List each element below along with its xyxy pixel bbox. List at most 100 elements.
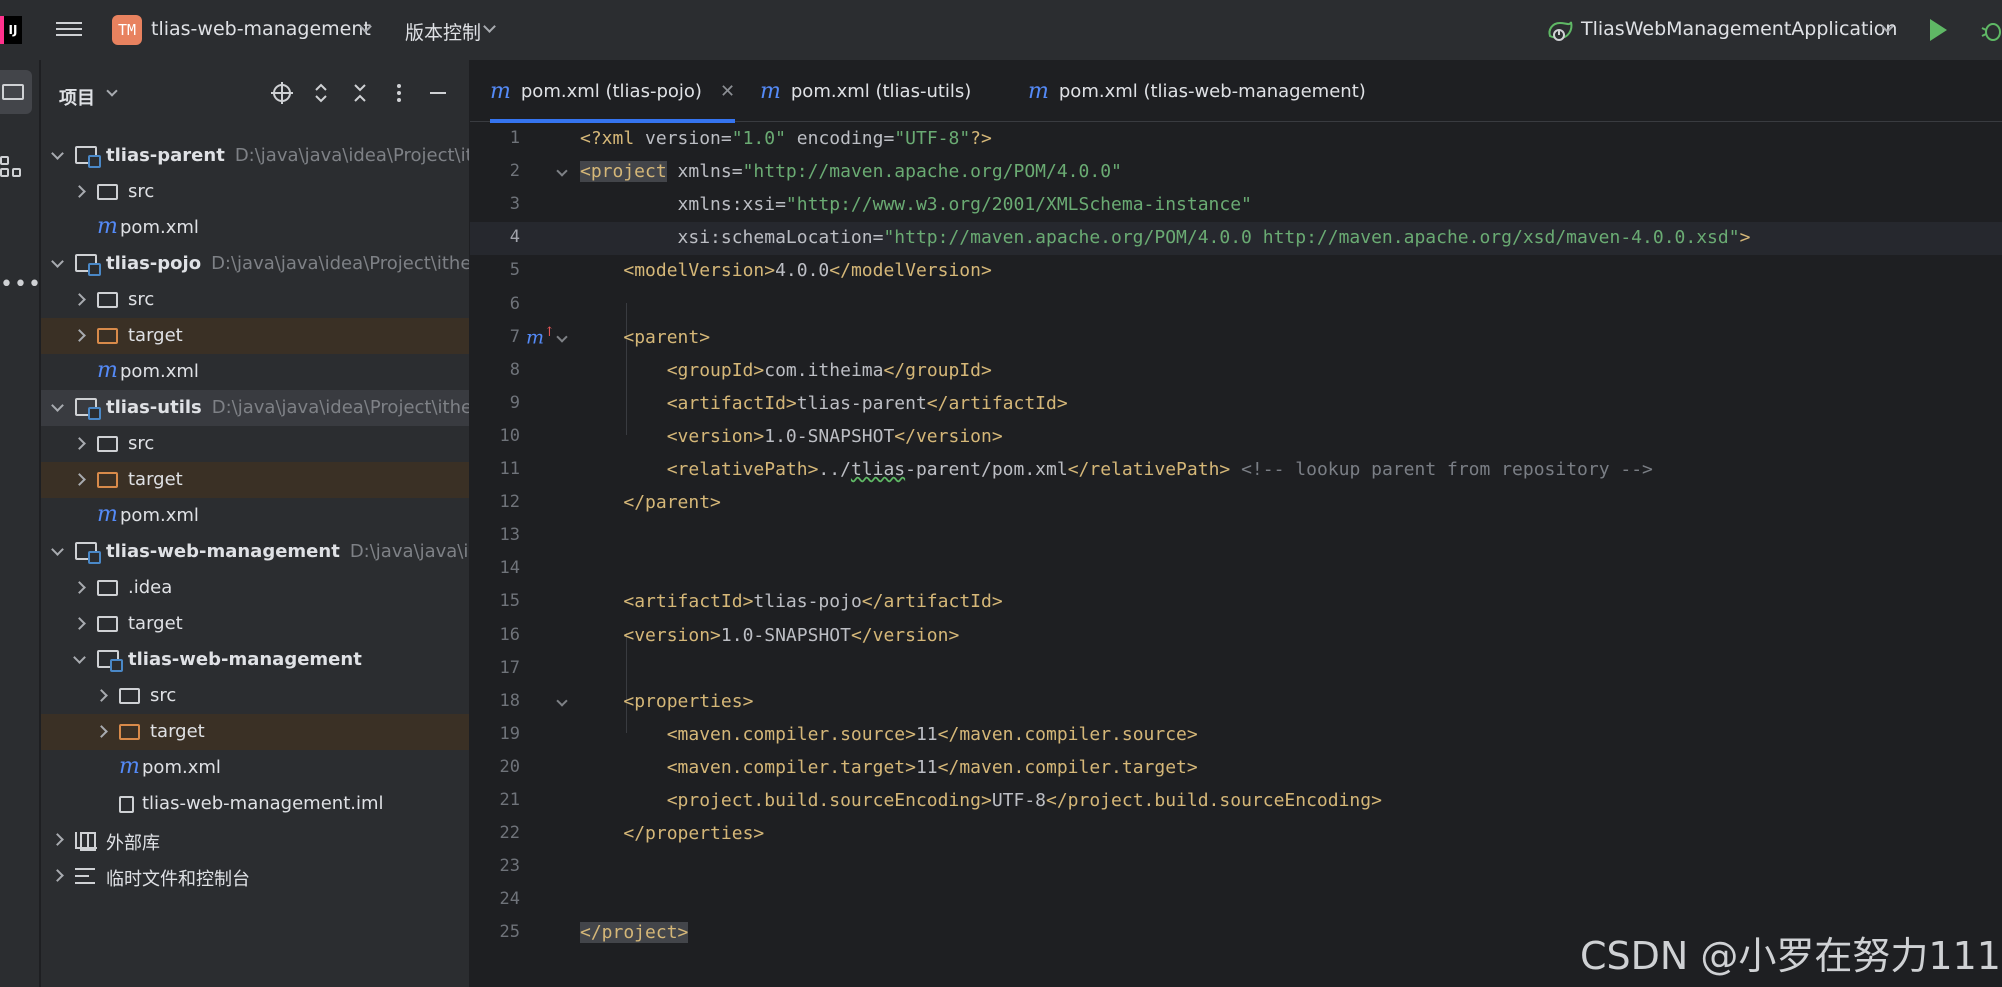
tab-pom-tlias-utils[interactable]: m pom.xml (tlias-utils) [760,60,971,122]
maven-parent-gutter-icon[interactable]: m↑ [526,325,555,348]
chevron-right-icon[interactable] [73,293,86,306]
chevron-right-icon[interactable] [73,581,86,594]
chevron-right-icon[interactable] [95,725,108,738]
structure-icon[interactable] [0,156,24,180]
code-line[interactable]: 14 [470,553,2002,586]
chevron-down-icon[interactable] [106,85,118,97]
code-text: <project xmlns="http://maven.apache.org/… [580,161,1122,183]
code-editor[interactable]: 1 <?xml version="1.0" encoding="UTF-8"?> 2… [470,123,2002,987]
tree-item[interactable]: target [41,318,469,354]
tab-label: pom.xml (tlias-pojo) [520,80,702,102]
chevron-down-icon[interactable] [51,543,64,556]
tree-item[interactable]: 外部库 [41,822,469,858]
project-panel-title[interactable]: 项目 [59,84,95,110]
tree-item[interactable]: src [41,174,469,210]
chevron-right-icon[interactable] [73,473,86,486]
code-line[interactable]: 22 </properties> [470,818,2002,851]
tree-item[interactable]: 临时文件和控制台 [41,858,469,894]
run-configuration-selector[interactable]: TliasWebManagementApplication [1581,18,1897,40]
tree-item[interactable]: tlias-web-management [41,642,469,678]
tree-item[interactable]: tlias-pojo D:\java\java\idea\Project\ithe… [41,246,469,282]
chevron-down-icon[interactable] [51,255,64,268]
code-line[interactable]: 18 <properties> [470,686,2002,719]
line-number: 17 [499,657,520,678]
tree-item[interactable]: src [41,426,469,462]
locate-icon[interactable] [269,80,295,106]
chevron-down-icon[interactable] [51,147,64,160]
tree-item[interactable]: target [41,462,469,498]
tree-item[interactable]: tlias-web-management D:\java\java\ide [41,534,469,570]
chevron-right-icon[interactable] [73,329,86,342]
chevron-right-icon[interactable] [51,833,64,846]
project-badge[interactable]: TM [112,15,142,45]
minimize-icon[interactable] [425,80,451,106]
version-control-menu[interactable]: 版本控制 [405,18,481,45]
tool-window-strip: ••• [0,60,42,987]
run-icon[interactable] [1930,19,1947,41]
chevron-right-icon[interactable] [73,437,86,450]
line-number: 2 [509,161,520,182]
code-line[interactable]: 24 [470,884,2002,917]
chevron-right-icon[interactable] [95,689,108,702]
tree-item[interactable]: target [41,606,469,642]
tree-item[interactable]: tlias-web-management.iml [41,786,469,822]
code-line[interactable]: 13 [470,520,2002,553]
more-tools-icon[interactable]: ••• [0,272,42,297]
fold-icon[interactable] [556,165,568,177]
code-line[interactable]: 8 <groupId>com.itheima</groupId> [470,355,2002,388]
code-line[interactable]: 1 <?xml version="1.0" encoding="UTF-8"?> [470,123,2002,156]
tree-item[interactable]: m pom.xml [41,750,469,786]
code-line[interactable]: 19 <maven.compiler.source>11</maven.comp… [470,719,2002,752]
tree-item[interactable]: tlias-parent D:\java\java\idea\Project\it… [41,138,469,174]
code-line[interactable]: 10 <version>1.0-SNAPSHOT</version> [470,421,2002,454]
tree-item[interactable]: m pom.xml [41,354,469,390]
code-line[interactable]: 9 <artifactId>tlias-parent</artifactId> [470,388,2002,421]
code-line[interactable]: 12 </parent> [470,487,2002,520]
collapse-all-icon[interactable] [347,80,373,106]
code-line[interactable]: 20 <maven.compiler.target>11</maven.comp… [470,752,2002,785]
tree-item[interactable]: .idea [41,570,469,606]
tree-item[interactable]: target [41,714,469,750]
chevron-down-icon[interactable] [483,20,496,33]
tree-item[interactable]: m pom.xml [41,498,469,534]
project-switcher[interactable]: tlias-web-management [151,18,371,40]
code-line[interactable]: 15 <artifactId>tlias-pojo</artifactId> [470,586,2002,619]
chevron-right-icon[interactable] [73,617,86,630]
tree-item-label: tlias-web-management [128,649,362,670]
line-number: 1 [509,128,520,148]
fold-icon[interactable] [556,330,568,343]
main-menu-icon[interactable] [56,18,82,42]
tab-pom-tlias-pojo[interactable]: m pom.xml (tlias-pojo) ✕ [490,60,736,123]
debug-icon[interactable] [1980,18,2002,42]
code-line[interactable]: 6 [470,289,2002,322]
code-line[interactable]: 7 m↑ <parent> [470,322,2002,355]
code-line[interactable]: 21 <project.build.sourceEncoding>UTF-8</… [470,785,2002,818]
tab-pom-tlias-web-management[interactable]: m pom.xml (tlias-web-management) [1028,60,1366,122]
chevron-down-icon[interactable] [51,399,64,412]
code-line[interactable]: 4 xsi:schemaLocation="http://maven.apach… [470,222,2002,256]
tree-item[interactable]: tlias-utils D:\java\java\idea\Project\ith… [41,390,469,426]
tree-item[interactable]: src [41,282,469,318]
code-line[interactable]: 3 xmlns:xsi="http://www.w3.org/2001/XMLS… [470,189,2002,222]
close-icon[interactable]: ✕ [720,81,735,102]
chevron-right-icon[interactable] [51,869,64,882]
code-line[interactable]: 2 <project xmlns="http://maven.apache.org… [470,156,2002,189]
tree-item-path: D:\java\java\idea\Project\ithei [211,397,469,418]
fold-icon[interactable] [556,695,568,707]
code-line[interactable]: 16 <version>1.0-SNAPSHOT</version> [470,620,2002,653]
tree-item-label: pom.xml [120,361,199,382]
options-icon[interactable] [386,80,412,106]
chevron-right-icon[interactable] [73,185,86,198]
intellij-logo-icon[interactable]: IJ [0,16,22,44]
tree-item[interactable]: src [41,678,469,714]
project-tool-button[interactable] [0,70,32,114]
maven-file-icon: m [1028,78,1049,104]
code-line[interactable]: 23 [470,851,2002,884]
code-line[interactable]: 17 [470,653,2002,686]
chevron-down-icon[interactable] [73,651,86,664]
code-line[interactable]: 5 <modelVersion>4.0.0</modelVersion> [470,255,2002,288]
code-line[interactable]: 11 <relativePath>../tlias-parent/pom.xml… [470,454,2002,487]
expand-all-icon[interactable] [308,80,334,106]
editor-tabs: m pom.xml (tlias-pojo) ✕ m pom.xml (tlia… [470,60,2002,123]
tree-item[interactable]: m pom.xml [41,210,469,246]
